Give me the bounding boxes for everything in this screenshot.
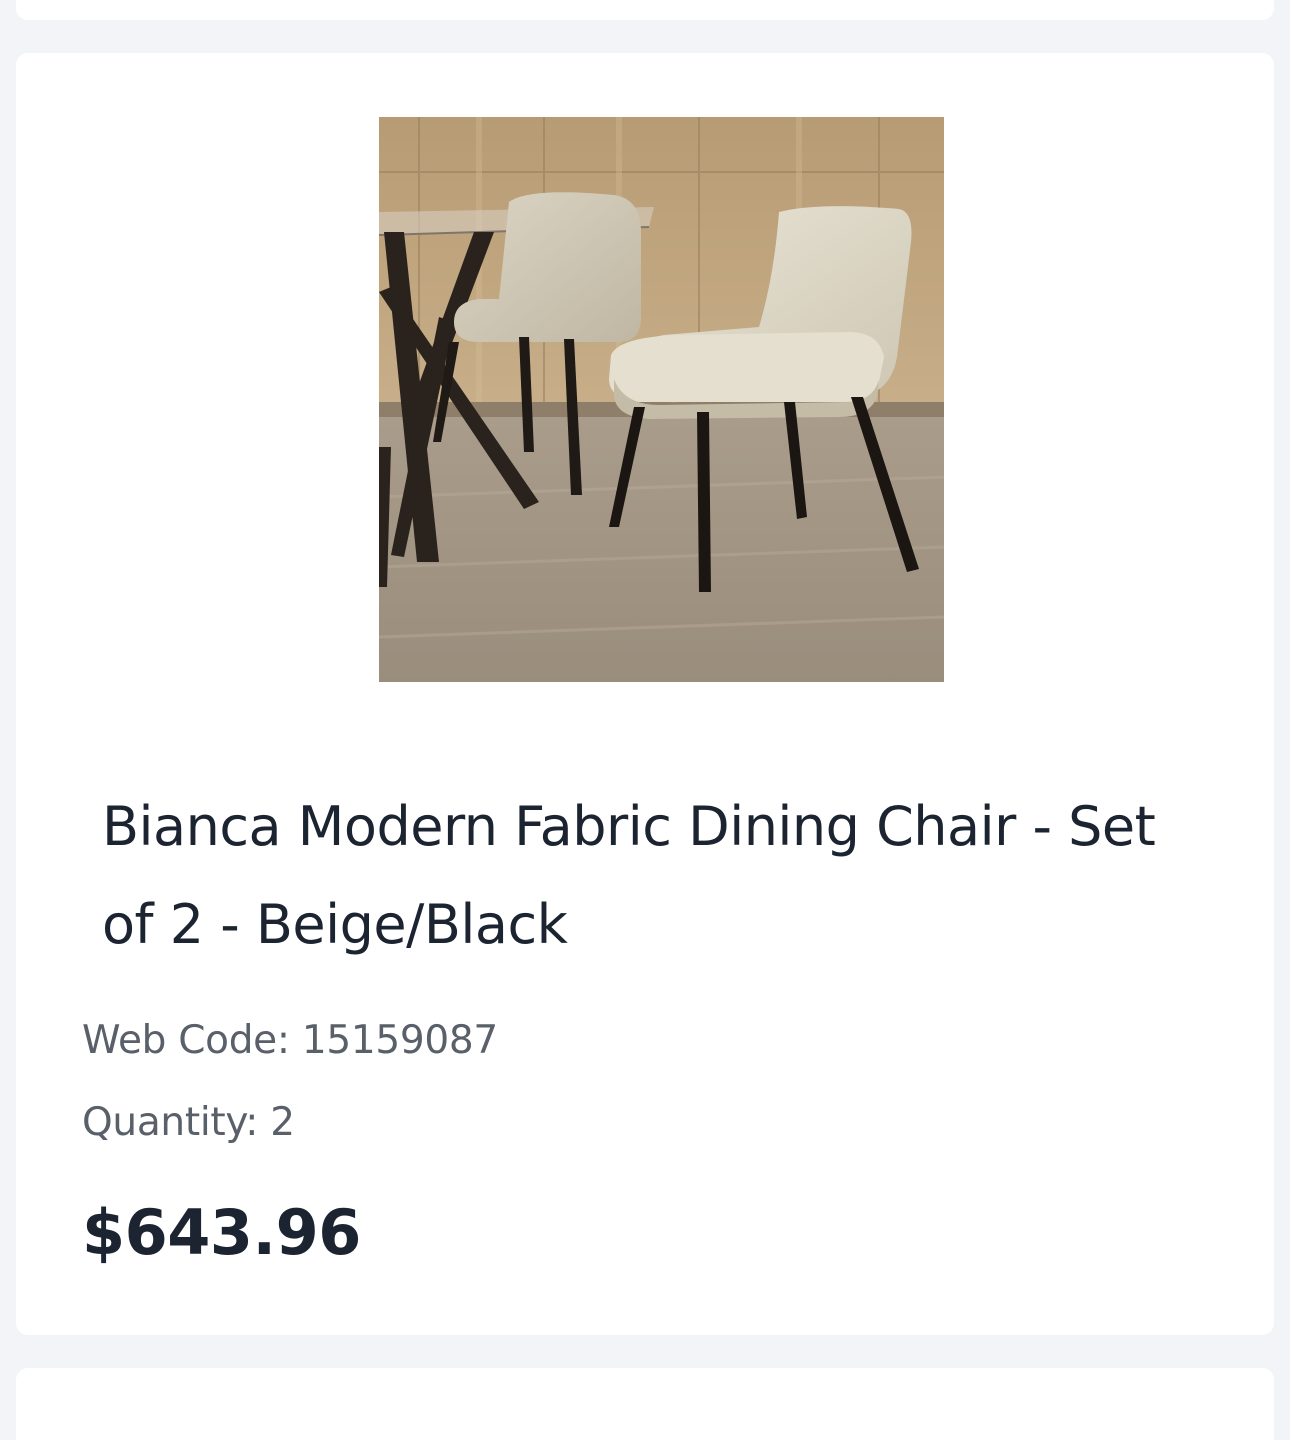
order-item-card: Bianca Modern Fabric Dining Chair - Set … (16, 53, 1274, 1335)
previous-item-card (16, 0, 1274, 20)
web-code-row: Web Code: 15159087 (82, 1018, 498, 1063)
item-price: $643.96 (82, 1196, 361, 1269)
product-title[interactable]: Bianca Modern Fabric Dining Chair - Set … (102, 778, 1222, 974)
quantity-row: Quantity: 2 (82, 1100, 295, 1145)
order-items-page: Bianca Modern Fabric Dining Chair - Set … (0, 0, 1290, 1440)
quantity-value: 2 (270, 1100, 295, 1145)
quantity-label: Quantity: (82, 1100, 259, 1145)
web-code-value: 15159087 (301, 1018, 498, 1063)
chair-photo (379, 117, 944, 682)
product-image[interactable] (379, 117, 944, 682)
next-item-card (16, 1368, 1274, 1440)
web-code-label: Web Code: (82, 1018, 290, 1063)
